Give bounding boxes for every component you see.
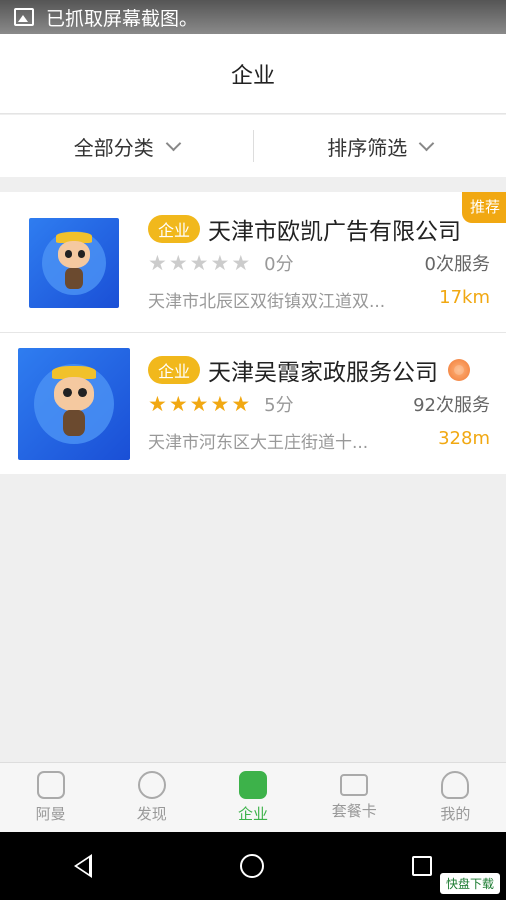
building-icon [239,771,267,799]
tab-profile[interactable]: 我的 [405,763,506,832]
sort-filter[interactable]: 排序筛选 [254,132,506,161]
company-list: 企业 天津市欧凯广告有限公司 ★ ★ ★ ★ ★ 0分 0次服务 天津市北辰区双… [0,192,506,474]
tab-home[interactable]: 阿曼 [0,763,101,832]
company-type-tag: 企业 [148,356,201,384]
page-header: 企业 [0,34,506,114]
image-icon [14,8,34,26]
company-distance: 17km [439,287,490,308]
compass-icon [137,771,166,799]
company-address: 天津市河东区大王庄街道十... [148,433,369,453]
company-avatar [29,218,119,308]
star-icon: ★ [189,391,209,416]
star-rating: ★ ★ ★ ★ ★ 0分 [148,250,294,276]
star-icon: ★ [189,250,209,275]
star-rating: ★ ★ ★ ★ ★ 5分 [148,391,294,417]
tab-label: 套餐卡 [331,802,377,820]
company-card[interactable]: 企业 天津吴霞家政服务公司 ★ ★ ★ ★ ★ 5分 92次服务 天津市河东区大… [0,333,506,474]
company-title-row: 企业 天津市欧凯广告有限公司 [148,212,461,246]
recent-apps-icon[interactable] [412,856,432,876]
star-icon: ★ [168,391,188,416]
company-address: 天津市北辰区双街镇双江道双... [148,292,386,312]
category-filter[interactable]: 全部分类 [0,132,253,161]
service-count: 0次服务 [424,254,490,275]
tab-discover[interactable]: 发现 [101,763,202,832]
page-title: 企业 [230,63,275,89]
chevron-down-icon [165,135,182,151]
sort-filter-label: 排序筛选 [327,135,408,160]
star-icon: ★ [168,250,188,275]
status-text: 已抓取屏幕截图。 [46,7,199,30]
system-nav-bar: 快盘下载 [0,832,506,900]
company-card[interactable]: 企业 天津市欧凯广告有限公司 ★ ★ ★ ★ ★ 0分 0次服务 天津市北辰区双… [0,192,506,333]
service-count: 92次服务 [413,395,490,416]
user-icon [441,771,470,799]
company-name: 天津市欧凯广告有限公司 [208,219,462,245]
back-icon[interactable] [74,854,92,878]
bottom-tab-bar: 阿曼 发现 企业 套餐卡 我的 [0,762,506,832]
tab-label: 企业 [238,805,269,823]
company-avatar [18,348,130,460]
tab-label: 阿曼 [35,805,66,823]
star-icon: ★ [210,250,230,275]
company-name: 天津吴霞家政服务公司 [208,360,439,386]
company-distance: 328m [438,428,490,449]
category-filter-label: 全部分类 [73,135,154,160]
star-icon: ★ [148,250,167,275]
rating-score: 0分 [264,254,294,275]
recommend-badge: 推荐 [461,192,506,223]
status-bar: 已抓取屏幕截图。 [0,0,506,34]
home-circle-icon[interactable] [240,854,264,878]
star-icon: ★ [210,391,230,416]
tab-package-card[interactable]: 套餐卡 [304,763,405,832]
tab-enterprise[interactable]: 企业 [202,763,303,832]
home-icon [36,771,65,799]
chevron-down-icon [418,135,435,151]
star-icon: ★ [231,250,251,275]
watermark-logo: 快盘下载 [439,873,500,894]
company-title-row: 企业 天津吴霞家政服务公司 [148,353,471,387]
filter-bar: 全部分类 排序筛选 [0,115,506,177]
company-type-tag: 企业 [148,215,201,243]
star-icon: ★ [148,391,167,416]
tab-label: 发现 [136,805,167,823]
star-icon: ★ [231,391,251,416]
medal-icon [448,359,471,381]
card-icon [340,774,369,796]
rating-score: 5分 [264,395,294,416]
tab-label: 我的 [440,805,471,823]
